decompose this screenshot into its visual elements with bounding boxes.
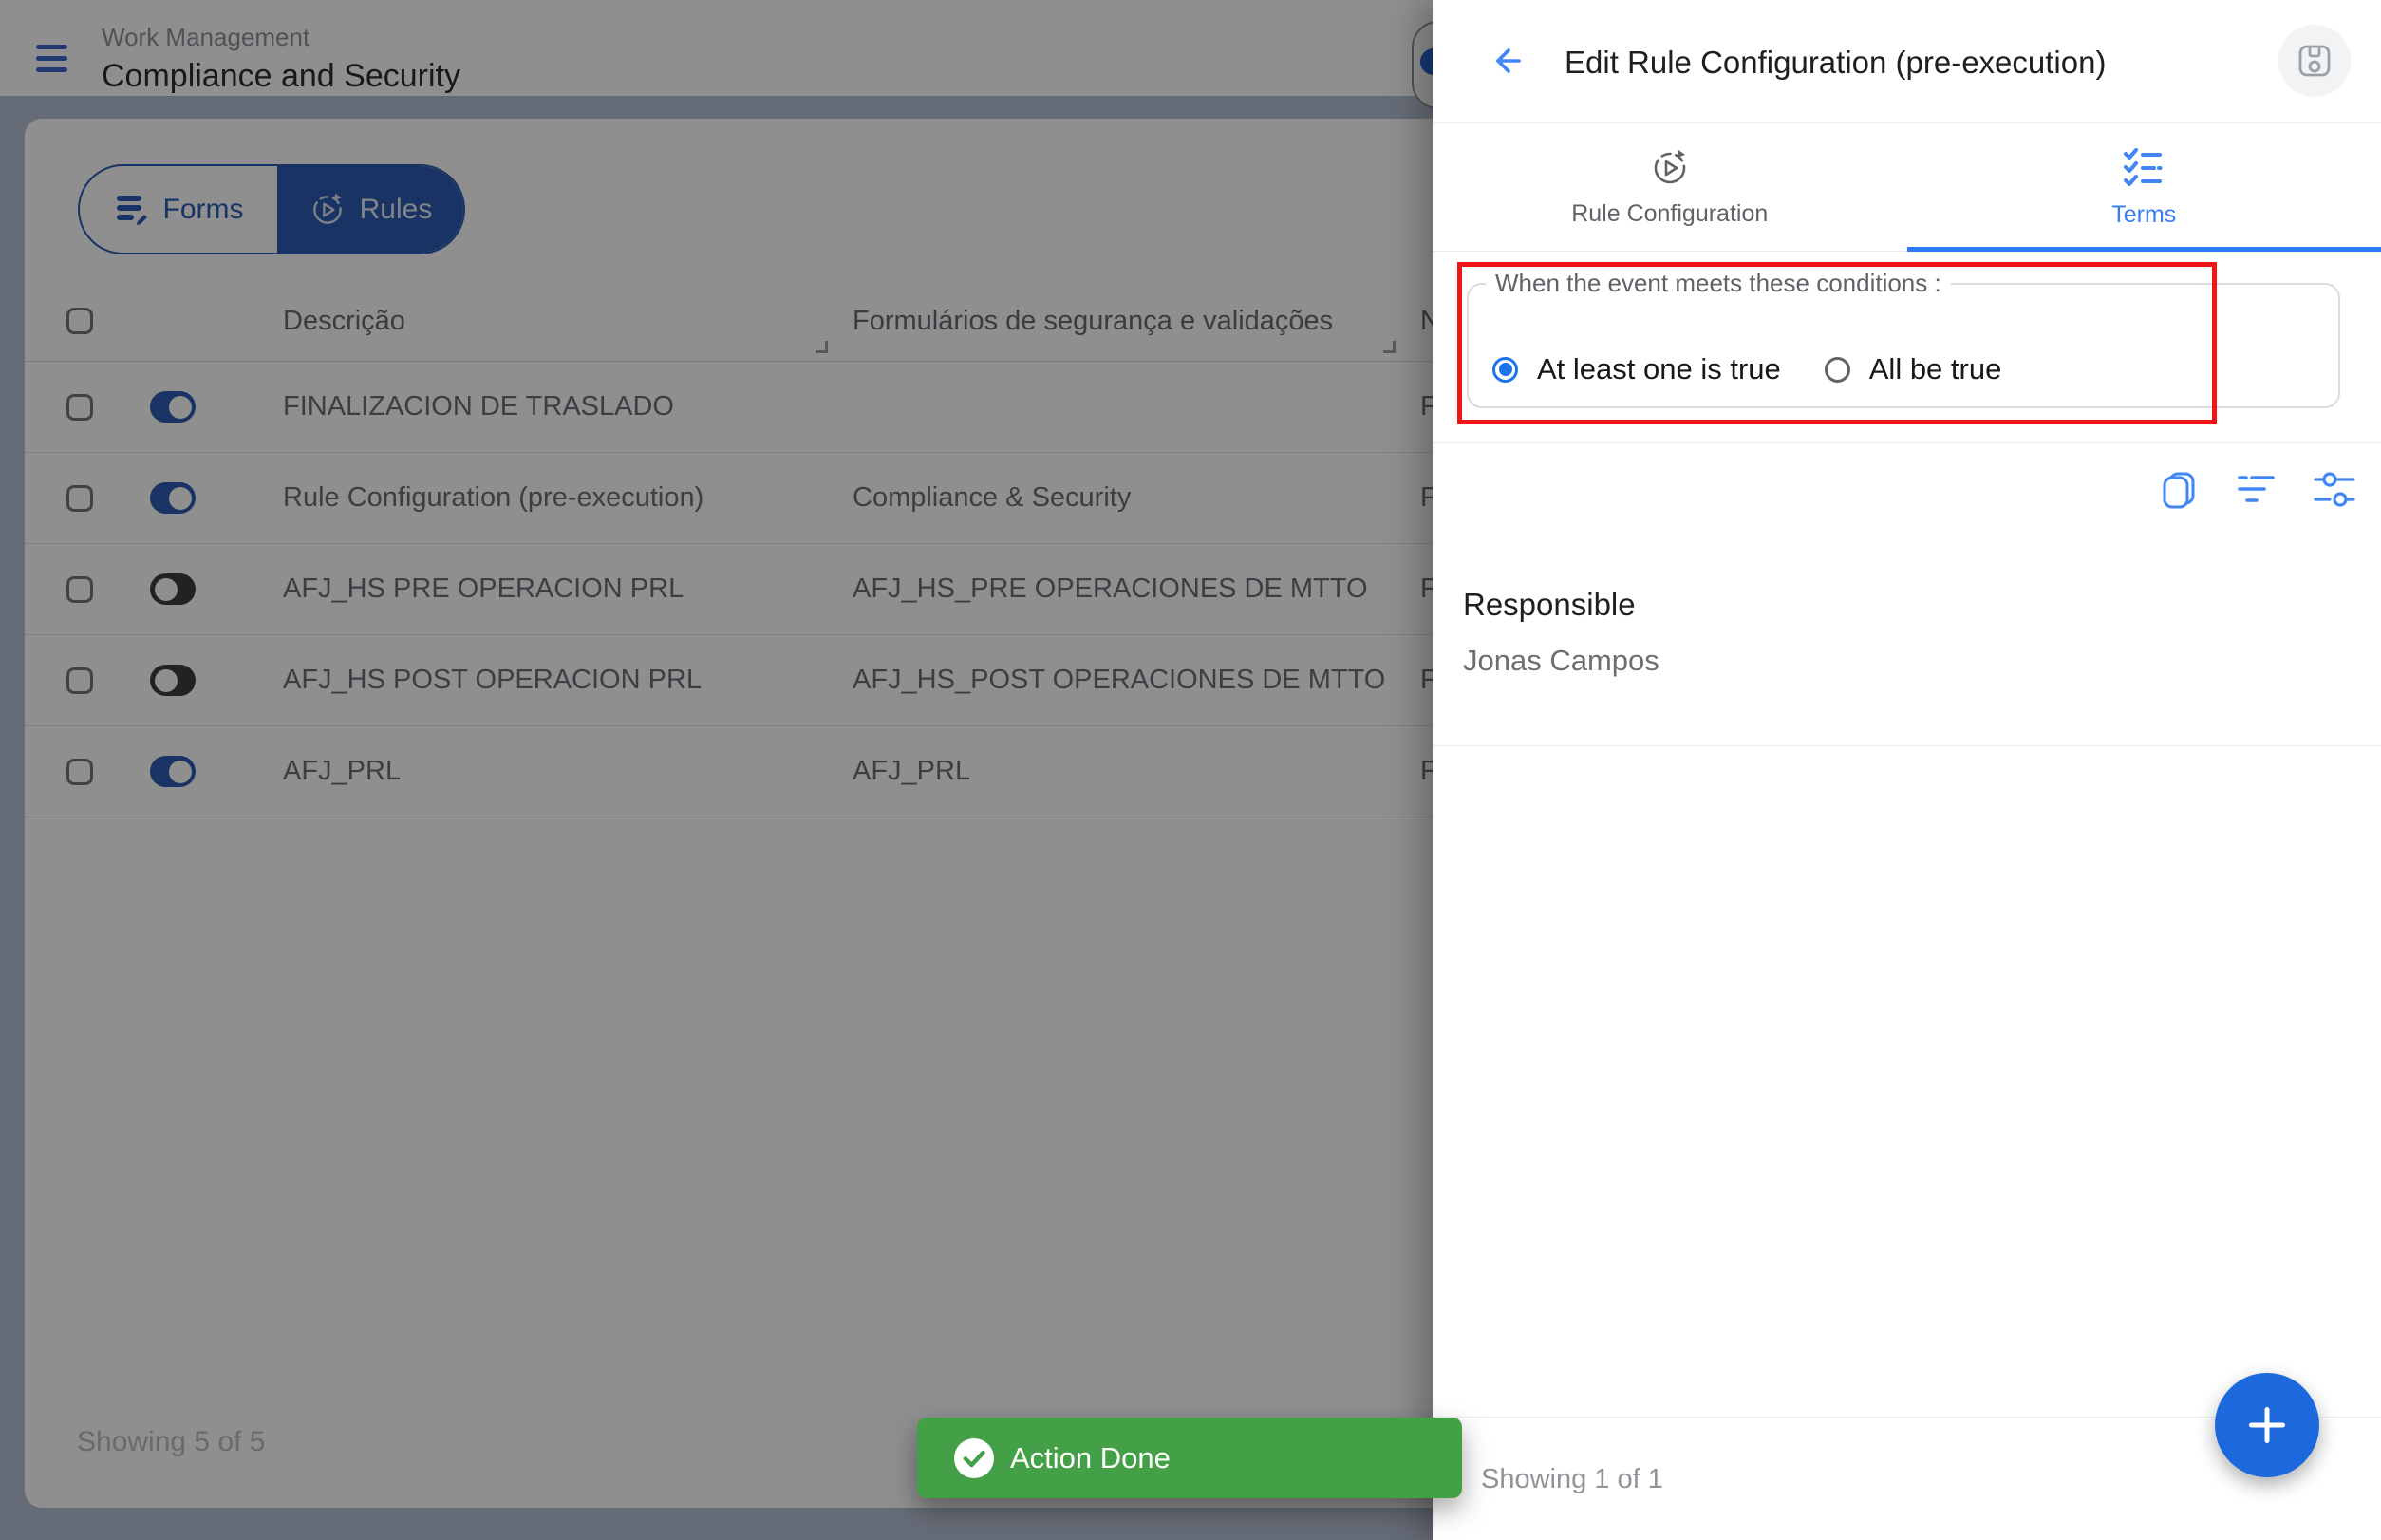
add-term-fab[interactable] [2215,1373,2319,1477]
back-arrow-icon[interactable] [1485,41,1525,81]
conditions-radio-group: At least one is true All be true [1492,352,2026,386]
section-divider [1433,442,2381,443]
radio-at-least-one[interactable] [1492,357,1518,383]
panel-showing-count: Showing 1 of 1 [1481,1464,1663,1495]
tab-terms-label: Terms [2111,201,2176,229]
save-icon [2296,42,2334,80]
terms-toolbar [2158,469,2355,511]
tab-rule-configuration-label: Rule Configuration [1571,200,1768,228]
tab-terms[interactable]: Terms [1907,123,2381,251]
active-tab-indicator [1907,247,2381,252]
conditions-legend: When the event meets these conditions : [1486,269,1951,298]
tune-settings-icon[interactable] [2314,469,2355,511]
toast-notification[interactable]: Action Done [917,1418,1462,1498]
radio-all-be-true-label[interactable]: All be true [1869,352,2002,386]
panel-header: Edit Rule Configuration (pre-execution) [1433,0,2381,123]
radio-at-least-one-label[interactable]: At least one is true [1537,352,1781,386]
list-divider [1433,745,2381,746]
copy-button[interactable] [2158,469,2200,511]
terms-checklist-icon [2122,146,2165,190]
toast-message: Action Done [1010,1441,1171,1475]
responsible-label: Responsible [1463,587,1636,623]
save-button[interactable] [2278,25,2351,97]
rule-configuration-icon [1649,147,1691,189]
panel-title: Edit Rule Configuration (pre-execution) [1565,45,2106,81]
panel-tabs: Rule Configuration Terms [1433,123,2381,252]
tab-rule-configuration[interactable]: Rule Configuration [1433,123,1907,251]
radio-all-be-true[interactable] [1825,357,1850,383]
check-circle-icon [953,1437,995,1479]
modal-dim-overlay[interactable] [0,0,1433,1540]
conditions-fieldset: When the event meets these conditions : [1467,269,2340,408]
edit-rule-panel: Edit Rule Configuration (pre-execution) … [1433,0,2381,1540]
responsible-value: Jonas Campos [1463,644,1659,678]
filter-icon[interactable] [2236,469,2278,511]
